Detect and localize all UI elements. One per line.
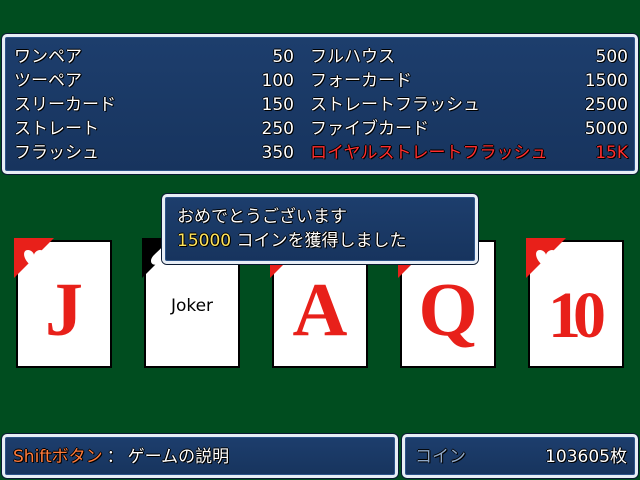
message-window: おめでとうございます 15000 コインを獲得しました xyxy=(162,194,478,264)
paytable-row-flush: フラッシュ 350 xyxy=(14,141,294,165)
heart-suit-icon xyxy=(526,238,566,278)
hand-payout: 100 xyxy=(261,71,294,91)
won-coin-amount: 15000 xyxy=(177,231,232,251)
hand-payout: 350 xyxy=(261,143,294,163)
hand-name: スリーカード xyxy=(14,95,116,115)
paytable-row-five-of-a-kind: ファイブカード 5000 xyxy=(310,117,628,141)
help-line: Shiftボタン：ゲームの説明 xyxy=(13,445,229,469)
paytable-row-straight: ストレート 250 xyxy=(14,117,294,141)
card-rank: J xyxy=(45,268,83,352)
joker-label: Joker xyxy=(170,296,214,316)
hand-name: フルハウス xyxy=(310,47,395,67)
hand-name: ツーペア xyxy=(14,71,82,91)
card-rank: 10 xyxy=(548,279,606,352)
hand-payout: 250 xyxy=(261,119,294,139)
coins-unit: 枚 xyxy=(610,447,627,467)
card-rank: A xyxy=(292,268,348,352)
hand-name: ファイブカード xyxy=(310,119,429,139)
paytable-row-full-house: フルハウス 500 xyxy=(310,45,628,69)
paytable-row-straight-flush: ストレートフラッシュ 2500 xyxy=(310,93,628,117)
card-ten-of-hearts[interactable]: 10 xyxy=(526,238,624,368)
paytable-row-one-pair: ワンペア 50 xyxy=(14,45,294,69)
help-text: ゲームの説明 xyxy=(127,447,230,467)
hand-name: フラッシュ xyxy=(14,143,99,163)
hand-name: ストレート xyxy=(14,119,99,139)
coins-amount: 103605枚 xyxy=(545,445,627,469)
card-rank: Q xyxy=(418,268,478,352)
paytable-row-three-of-a-kind: スリーカード 150 xyxy=(14,93,294,117)
paytable-row-royal-straight-flush: ロイヤルストレートフラッシュ 15K xyxy=(310,141,628,165)
message-line-1: おめでとうございます xyxy=(177,207,347,227)
hand-payout: 500 xyxy=(595,47,628,67)
hand-payout: 1500 xyxy=(584,71,628,91)
paytable-row-four-of-a-kind: フォーカード 1500 xyxy=(310,69,628,93)
hand-name: ストレートフラッシュ xyxy=(310,95,480,115)
hand-payout: 50 xyxy=(272,47,294,67)
coins-window: コイン 103605枚 xyxy=(402,434,638,478)
coins-value: 103605 xyxy=(545,447,610,467)
message-line-2-text: コインを獲得しました xyxy=(231,231,407,251)
paytable-row-two-pair: ツーペア 100 xyxy=(14,69,294,93)
hand-payout: 2500 xyxy=(584,95,628,115)
hand-name: フォーカード xyxy=(310,71,412,91)
paytable-window: ワンペア 50 ツーペア 100 スリーカード 150 ストレート 250 フラ… xyxy=(2,34,638,174)
hand-name: ワンペア xyxy=(14,47,82,67)
help-window: Shiftボタン：ゲームの説明 xyxy=(2,434,398,478)
hand-payout-highlighted: 15K xyxy=(595,143,628,163)
hand-name-highlighted: ロイヤルストレートフラッシュ xyxy=(310,143,548,163)
coins-label: コイン xyxy=(415,447,466,467)
message-line-2: 15000 コインを獲得しました xyxy=(177,229,407,253)
help-separator: ： xyxy=(106,447,124,467)
shift-key-hint: Shiftボタン xyxy=(13,447,103,467)
card-jack-of-hearts[interactable]: J xyxy=(14,238,112,368)
hand-payout: 5000 xyxy=(584,119,628,139)
hand-payout: 150 xyxy=(261,95,294,115)
